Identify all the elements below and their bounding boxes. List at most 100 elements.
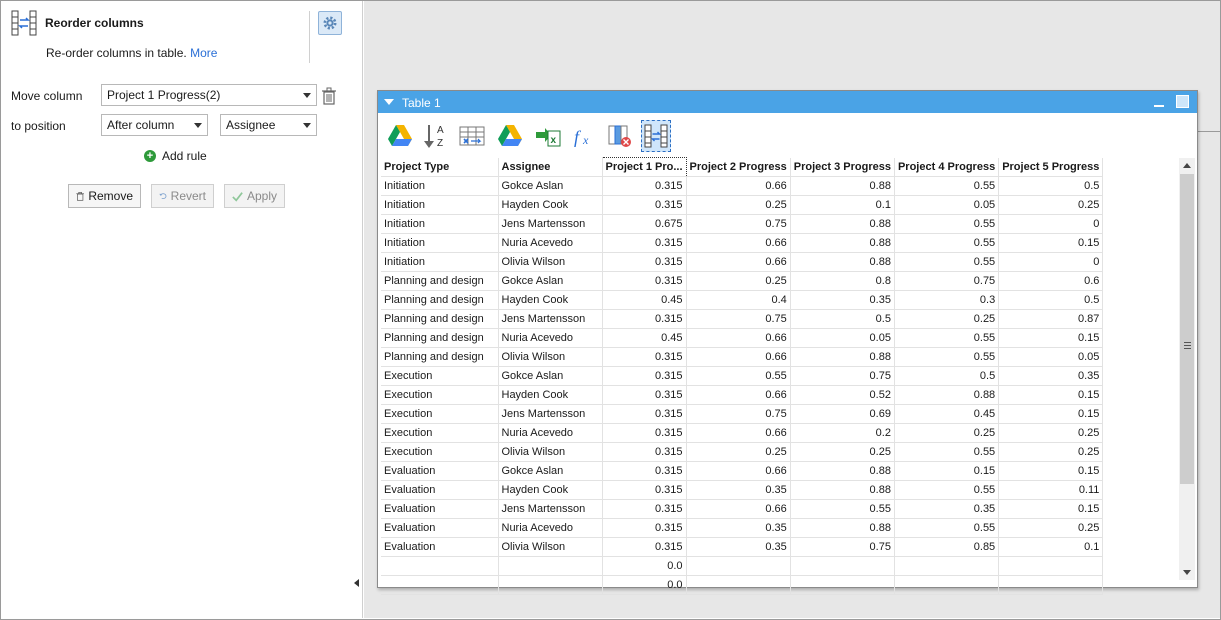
table-row[interactable]: 0.0 xyxy=(381,556,1104,576)
table-cell[interactable]: Jens Martensson xyxy=(498,404,603,424)
settings-button[interactable] xyxy=(318,11,342,35)
table-cell[interactable]: 0.25 xyxy=(686,195,791,215)
table-row[interactable]: Evaluation Jens Martensson 0.315 0.66 0.55 0.… xyxy=(381,499,1104,519)
table-cell[interactable]: 0.315 xyxy=(602,385,687,405)
table-cell[interactable] xyxy=(686,575,791,595)
table-cell[interactable]: 0.55 xyxy=(894,176,1000,196)
table-cell[interactable] xyxy=(790,575,895,595)
table-cell[interactable]: 0.3 xyxy=(894,290,1000,310)
table-cell[interactable]: Hayden Cook xyxy=(498,480,603,500)
table-cell[interactable]: 0.88 xyxy=(790,480,895,500)
table-cell[interactable]: 0.66 xyxy=(686,328,791,348)
table-row[interactable]: Evaluation Hayden Cook 0.315 0.35 0.88 0.55 0.… xyxy=(381,480,1104,500)
table-cell[interactable] xyxy=(381,575,499,595)
collapse-panel-icon[interactable] xyxy=(354,579,359,587)
table-row[interactable]: Execution Olivia Wilson 0.315 0.25 0.25 0.55 0… xyxy=(381,442,1104,462)
table-cell[interactable] xyxy=(894,556,1000,576)
column-header-project-type[interactable]: Project Type xyxy=(381,157,499,177)
table-cell[interactable]: 0.315 xyxy=(602,271,687,291)
table-cell[interactable]: 0.55 xyxy=(894,252,1000,272)
table-row[interactable]: Planning and design Hayden Cook 0.45 0.4 0.3… xyxy=(381,290,1104,310)
column-header-project-2-progress[interactable]: Project 2 Progress xyxy=(686,157,791,177)
table-cell[interactable]: 0.315 xyxy=(602,366,687,386)
trash-icon[interactable] xyxy=(321,87,337,105)
maximize-icon[interactable] xyxy=(1176,95,1189,108)
table-row[interactable]: Initiation Jens Martensson 0.675 0.75 0.88 0.… xyxy=(381,214,1104,234)
table-cell[interactable]: Initiation xyxy=(381,176,499,196)
table-cell[interactable]: 0.15 xyxy=(894,461,1000,481)
table-cell[interactable]: 0.55 xyxy=(894,347,1000,367)
table-cell[interactable]: 0.15 xyxy=(998,499,1104,519)
table-cell[interactable]: 0.25 xyxy=(686,271,791,291)
table-cell[interactable]: 0.66 xyxy=(686,423,791,443)
table-cell[interactable]: 0.25 xyxy=(686,442,791,462)
table-cell[interactable]: 0.8 xyxy=(790,271,895,291)
table-row[interactable]: Evaluation Nuria Acevedo 0.315 0.35 0.88 0.55… xyxy=(381,518,1104,538)
table-cell[interactable]: 0.88 xyxy=(790,233,895,253)
table-cell[interactable]: 0.88 xyxy=(894,385,1000,405)
table-cell[interactable]: 0.66 xyxy=(686,347,791,367)
table-row[interactable]: Execution Gokce Aslan 0.315 0.55 0.75 0.5 0.35 xyxy=(381,366,1104,386)
table-cell[interactable]: Initiation xyxy=(381,233,499,253)
table-cell[interactable]: 0.35 xyxy=(686,518,791,538)
table-cell[interactable]: 0.1 xyxy=(790,195,895,215)
table-cell[interactable]: 0.25 xyxy=(894,423,1000,443)
table-cell[interactable]: 0.75 xyxy=(790,537,895,557)
table-cell[interactable] xyxy=(790,556,895,576)
table-cell[interactable]: 0.88 xyxy=(790,518,895,538)
apply-button[interactable]: Apply xyxy=(224,184,285,208)
table-row[interactable]: Evaluation Olivia Wilson 0.315 0.35 0.75 0.85… xyxy=(381,537,1104,557)
table-cell[interactable]: Hayden Cook xyxy=(498,290,603,310)
table-cell[interactable]: Jens Martensson xyxy=(498,214,603,234)
table-cell[interactable]: Nuria Acevedo xyxy=(498,233,603,253)
table-cell[interactable]: Evaluation xyxy=(381,480,499,500)
table-cell[interactable]: 0.45 xyxy=(602,290,687,310)
table-cell[interactable]: 0.66 xyxy=(686,233,791,253)
table-cell[interactable]: 0.315 xyxy=(602,233,687,253)
table-cell[interactable]: Nuria Acevedo xyxy=(498,423,603,443)
table-cell[interactable]: Evaluation xyxy=(381,537,499,557)
table-cell[interactable] xyxy=(998,556,1104,576)
table-cell[interactable]: 0.88 xyxy=(790,214,895,234)
table-cell[interactable]: 0.4 xyxy=(686,290,791,310)
table-cell[interactable]: 0.25 xyxy=(998,442,1104,462)
table-cell[interactable]: Nuria Acevedo xyxy=(498,518,603,538)
table-cell[interactable]: Gokce Aslan xyxy=(498,271,603,291)
table-cell[interactable]: 0.315 xyxy=(602,461,687,481)
split-column-button[interactable] xyxy=(457,120,487,152)
table-cell[interactable]: Gokce Aslan xyxy=(498,366,603,386)
table-cell[interactable]: 0.315 xyxy=(602,176,687,196)
table-cell[interactable]: 0.45 xyxy=(602,328,687,348)
table-cell[interactable]: 0.05 xyxy=(790,328,895,348)
table-cell[interactable]: Olivia Wilson xyxy=(498,442,603,462)
table-cell[interactable]: 0.25 xyxy=(790,442,895,462)
table-cell[interactable]: 0.5 xyxy=(894,366,1000,386)
column-header-project-5-progress[interactable]: Project 5 Progress xyxy=(998,157,1104,177)
table-cell[interactable]: 0.315 xyxy=(602,423,687,443)
target-column-select[interactable]: Assignee xyxy=(220,114,317,136)
table-cell[interactable]: 0.25 xyxy=(894,309,1000,329)
table-cell[interactable]: Olivia Wilson xyxy=(498,252,603,272)
table-cell[interactable]: Evaluation xyxy=(381,499,499,519)
table-cell[interactable]: 0.75 xyxy=(686,309,791,329)
table-cell[interactable]: 0.75 xyxy=(894,271,1000,291)
table-cell[interactable]: Planning and design xyxy=(381,328,499,348)
table-cell[interactable] xyxy=(998,575,1104,595)
table-row[interactable]: Execution Hayden Cook 0.315 0.66 0.52 0.88 0.1… xyxy=(381,385,1104,405)
export-excel-button[interactable]: x xyxy=(533,120,563,152)
table-row[interactable]: Planning and design Jens Martensson 0.315 0… xyxy=(381,309,1104,329)
table-cell[interactable]: 0.25 xyxy=(998,195,1104,215)
table-cell[interactable]: 0.55 xyxy=(894,328,1000,348)
table-cell[interactable]: Jens Martensson xyxy=(498,499,603,519)
table-cell[interactable]: 0.1 xyxy=(998,537,1104,557)
table-cell[interactable]: 0.66 xyxy=(686,252,791,272)
table-cell[interactable]: 0.0 xyxy=(602,575,687,595)
table-cell[interactable]: 0.66 xyxy=(686,176,791,196)
table-cell[interactable]: 0.66 xyxy=(686,385,791,405)
table-cell[interactable]: Gokce Aslan xyxy=(498,461,603,481)
position-select[interactable]: After column xyxy=(101,114,208,136)
table-cell[interactable]: Planning and design xyxy=(381,347,499,367)
table-cell[interactable]: 0.675 xyxy=(602,214,687,234)
table-cell[interactable]: 0.88 xyxy=(790,252,895,272)
reorder-columns-button[interactable] xyxy=(641,120,671,152)
